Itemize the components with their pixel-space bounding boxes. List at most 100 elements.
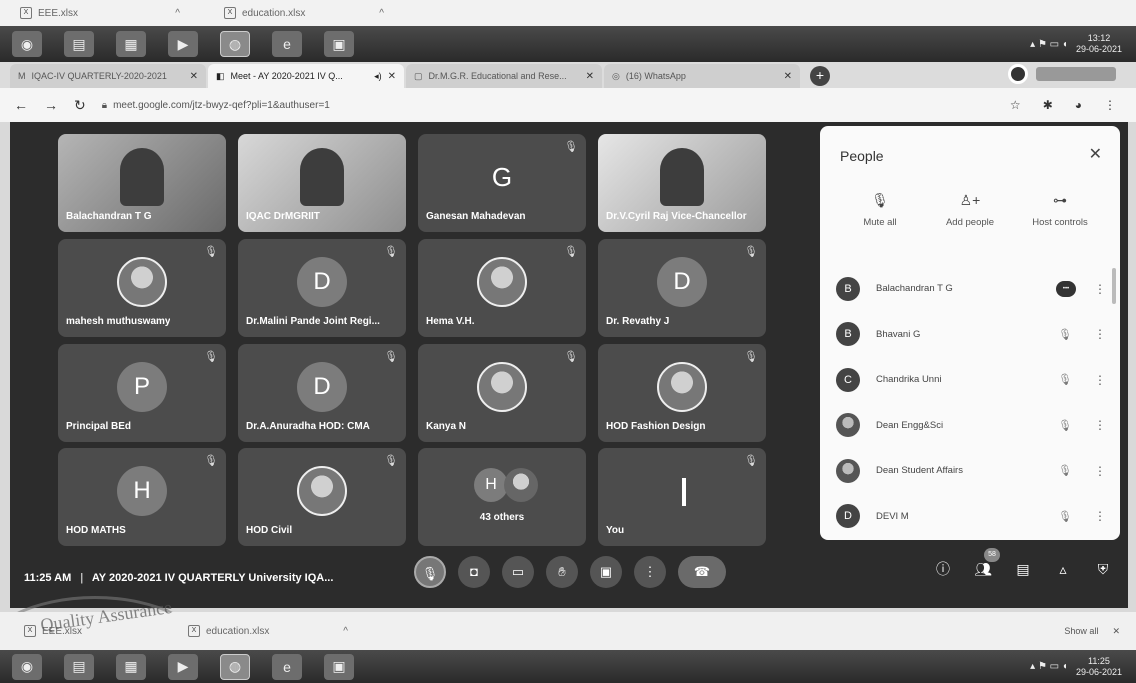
participant-tile[interactable]: Dr.V.Cyril Raj Vice-Chancellor: [598, 134, 766, 232]
more-options-icon[interactable]: ⋮: [634, 556, 666, 588]
chevron-up-icon[interactable]: ^: [343, 626, 348, 637]
start-button-icon[interactable]: ◉: [12, 653, 42, 680]
avatar-photo: [477, 362, 527, 412]
participant-tile[interactable]: 🎙︎ Kanya N: [418, 344, 586, 442]
activities-icon[interactable]: ▵: [1052, 558, 1074, 580]
chat-icon[interactable]: ▤: [1012, 558, 1034, 580]
close-icon[interactable]: ✕: [1089, 144, 1102, 164]
participant-tile[interactable]: 🎙︎ HOD Fashion Design: [598, 344, 766, 442]
chrome-icon[interactable]: ◍: [220, 31, 250, 57]
clock[interactable]: 13:12 29-06-2021: [1076, 33, 1122, 55]
participant-tile[interactable]: Balachandran T G: [58, 134, 226, 232]
internet-explorer-icon[interactable]: e: [272, 653, 302, 680]
show-all-link[interactable]: Show all: [1064, 626, 1098, 636]
media-player-icon[interactable]: ▶: [168, 653, 198, 680]
participant-tile[interactable]: 🎙︎ Hema V.H.: [418, 239, 586, 337]
participant-name: Dean Engg&Sci: [876, 419, 944, 431]
address-bar: ← → ↻ 🔒︎ meet.google.com/jtz-bwyz-qef?pl…: [0, 88, 1136, 122]
download-item[interactable]: X EEE.xlsx ^: [20, 7, 210, 19]
add-people-button[interactable]: ♙+ Add people: [930, 192, 1010, 228]
chevron-up-icon[interactable]: ^: [175, 8, 180, 19]
participant-row[interactable]: Dean Engg&Sci 🎙︎ ⋮: [836, 403, 1106, 449]
profile-icon[interactable]: [1008, 64, 1028, 84]
close-icon[interactable]: ✕: [388, 71, 396, 82]
clock[interactable]: 11:25 29-06-2021: [1076, 656, 1122, 678]
mic-muted-icon[interactable]: 🎙︎: [414, 556, 446, 588]
more-options-icon[interactable]: ⋮: [1094, 509, 1106, 523]
host-controls-button[interactable]: ⊶ Host controls: [1020, 192, 1100, 228]
participant-row[interactable]: B Bhavani G 🎙︎ ⋮: [836, 312, 1106, 358]
camera-icon[interactable]: ◘: [458, 556, 490, 588]
more-options-icon[interactable]: ⋮: [1094, 373, 1106, 387]
toggle-icon: ⊶: [1053, 192, 1067, 208]
media-player-icon[interactable]: ▶: [168, 31, 198, 57]
url-field[interactable]: 🔒︎ meet.google.com/jtz-bwyz-qef?pli=1&au…: [102, 100, 330, 111]
more-options-icon[interactable]: ⋮: [1094, 464, 1106, 478]
window-buttons[interactable]: [1036, 67, 1116, 81]
participant-row[interactable]: B Balachandran T G ••• ⋮: [836, 266, 1106, 312]
chevron-up-icon[interactable]: ^: [379, 8, 384, 19]
tab-meet[interactable]: ◧ Meet - AY 2020-2021 IV Q... ◂) ✕: [208, 64, 404, 88]
participant-tile[interactable]: G 🎙︎ Ganesan Mahadevan: [418, 134, 586, 232]
participant-tile[interactable]: D 🎙︎ Dr. Revathy J: [598, 239, 766, 337]
participant-row[interactable]: D DEVI M 🎙︎ ⋮: [836, 494, 1106, 540]
host-controls-icon[interactable]: ⛨: [1092, 558, 1114, 580]
more-options-icon[interactable]: ⋮: [1094, 282, 1106, 296]
audio-icon[interactable]: ◂): [374, 71, 382, 82]
participant-tile[interactable]: H 🎙︎ HOD MATHS: [58, 448, 226, 546]
end-call-button[interactable]: ☎︎: [678, 556, 726, 588]
participant-tile[interactable]: H 43 others: [418, 448, 586, 546]
participant-tile[interactable]: 🎙︎ You: [598, 448, 766, 546]
participant-row[interactable]: Dean Student Affairs 🎙︎ ⋮: [836, 448, 1106, 494]
network-icon[interactable]: ▴ ⚑ ▭ ◖: [1030, 661, 1068, 672]
mute-all-button[interactable]: 🎙︎ Mute all: [840, 192, 920, 228]
forward-arrow-icon[interactable]: →: [44, 97, 58, 113]
participant-tile[interactable]: D 🎙︎ Dr.Malini Pande Joint Regi...: [238, 239, 406, 337]
participant-row[interactable]: C Chandrika Unni 🎙︎ ⋮: [836, 357, 1106, 403]
file-explorer-icon[interactable]: ▤: [64, 653, 94, 680]
file-explorer-icon[interactable]: ▤: [64, 31, 94, 57]
tab-university[interactable]: ▢ Dr.M.G.R. Educational and Rese... ✕: [406, 64, 602, 88]
info-icon[interactable]: ⓘ: [932, 558, 954, 580]
close-icon[interactable]: ✕: [586, 71, 594, 82]
presentation-icon[interactable]: ▣: [324, 31, 354, 57]
mic-muted-icon: 🎙︎: [564, 141, 578, 153]
more-options-icon[interactable]: ⋮: [1094, 418, 1106, 432]
folder-icon[interactable]: ▦: [116, 31, 146, 57]
raise-hand-icon[interactable]: ✋︎: [546, 556, 578, 588]
participant-tile[interactable]: D 🎙︎ Dr.A.Anuradha HOD: CMA: [238, 344, 406, 442]
profile-avatar-icon[interactable]: ◕: [1075, 98, 1082, 112]
star-icon[interactable]: ☆: [1010, 98, 1021, 112]
avatar: H: [117, 466, 167, 516]
download-item[interactable]: X education.xlsx ^: [224, 7, 414, 19]
internet-explorer-icon[interactable]: e: [272, 31, 302, 57]
present-screen-icon[interactable]: ▣: [590, 556, 622, 588]
network-icon[interactable]: ▴ ⚑ ▭ ◖: [1030, 39, 1068, 50]
tab-gmail[interactable]: M IQAC-IV QUARTERLY-2020-2021 ✕: [10, 64, 206, 88]
excel-file-icon: X: [20, 7, 32, 19]
menu-dots-icon[interactable]: ⋮: [1104, 98, 1116, 112]
captions-icon[interactable]: ▭: [502, 556, 534, 588]
participant-tile[interactable]: P 🎙︎ Principal BEd: [58, 344, 226, 442]
new-tab-button[interactable]: +: [810, 66, 830, 86]
extension-icon[interactable]: ✱: [1043, 98, 1053, 112]
people-icon[interactable]: 👥︎ 58: [972, 548, 1000, 580]
tab-whatsapp[interactable]: ◎ (16) WhatsApp ✕: [604, 64, 800, 88]
folder-icon[interactable]: ▦: [116, 653, 146, 680]
participant-tile[interactable]: IQAC DrMGRIIT: [238, 134, 406, 232]
presentation-icon[interactable]: ▣: [324, 653, 354, 680]
start-button-icon[interactable]: ◉: [12, 31, 42, 57]
close-icon[interactable]: ✕: [1112, 626, 1120, 637]
scrollbar[interactable]: [1112, 268, 1116, 304]
participant-tile[interactable]: 🎙︎ HOD Civil: [238, 448, 406, 546]
more-options-icon[interactable]: ⋮: [1094, 327, 1106, 341]
download-item[interactable]: X education.xlsx ^: [188, 625, 378, 637]
avatar-photo: [117, 257, 167, 307]
close-icon[interactable]: ✕: [784, 71, 792, 82]
chrome-icon[interactable]: ◍: [220, 653, 250, 680]
participant-tile[interactable]: 🎙︎ mahesh muthuswamy: [58, 239, 226, 337]
back-arrow-icon[interactable]: ←: [14, 97, 28, 113]
close-icon[interactable]: ✕: [190, 71, 198, 82]
participant-name: Kanya N: [426, 421, 467, 432]
reload-icon[interactable]: ↻: [74, 97, 86, 114]
